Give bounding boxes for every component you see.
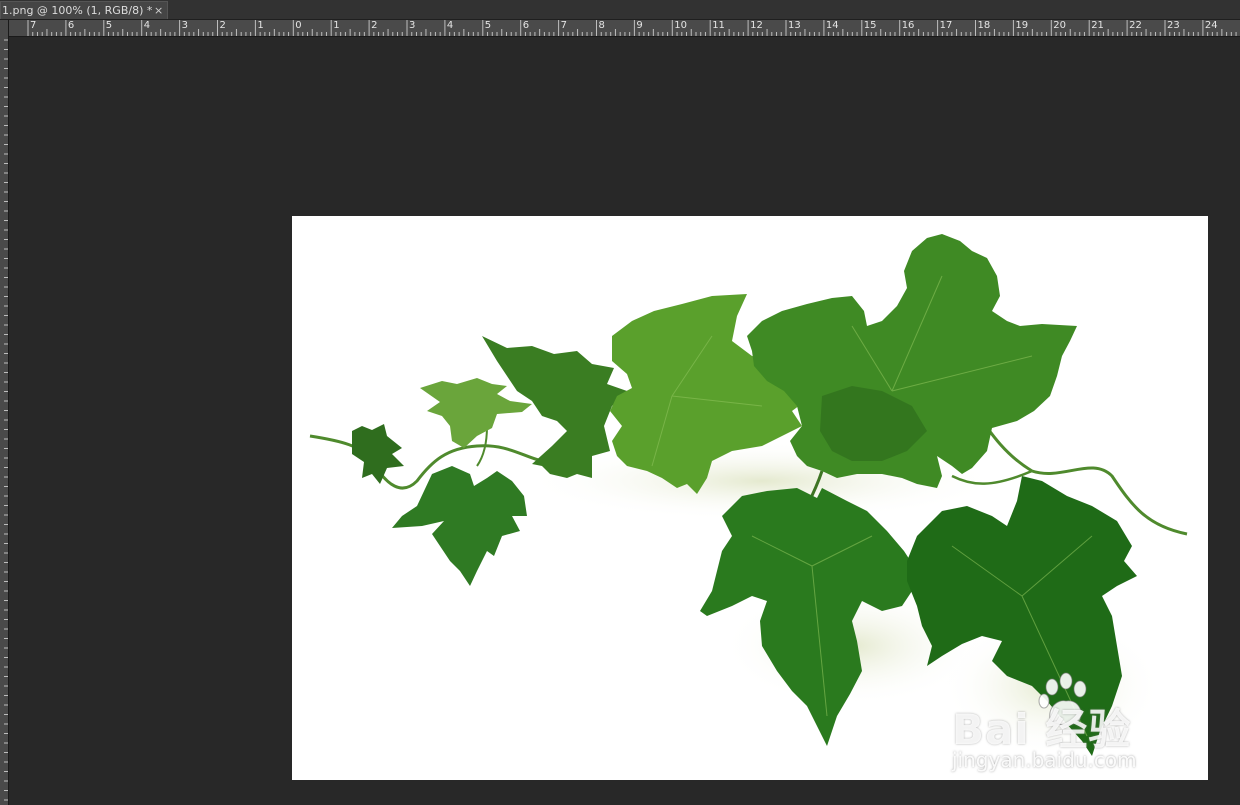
ruler-label: 6 xyxy=(67,20,75,31)
ruler-label: 21 xyxy=(1091,20,1104,31)
ruler-label: 22 xyxy=(1129,20,1142,31)
ruler-label: 24 xyxy=(1204,20,1218,31)
document-tab-title: 1.png @ 100% (1, RGB/8) * xyxy=(2,4,153,17)
ruler-label: 12 xyxy=(750,20,763,31)
ruler-label: 7 xyxy=(560,20,567,31)
ruler-label: 3 xyxy=(181,20,188,31)
ruler-label: 2 xyxy=(219,20,226,31)
ruler-label: 18 xyxy=(977,20,991,31)
ruler-label: 20 xyxy=(1053,20,1067,31)
ruler-label: 3 xyxy=(409,20,416,31)
ruler-label: 14 xyxy=(825,20,839,31)
watermark-url: jingyan.baidu.com xyxy=(952,748,1137,772)
horizontal-ruler[interactable]: 7 6 5 4 3 2 1 0 1 2 3 4 5 6 7 8 9 10 11 12 13 14 15 16 17 18 19 20 2… xyxy=(8,20,1240,37)
document-tab[interactable]: 1.png @ 100% (1, RGB/8) * × xyxy=(0,1,168,19)
ruler-label: 7 xyxy=(30,20,37,31)
ruler-label: 17 xyxy=(939,20,953,31)
close-icon[interactable]: × xyxy=(154,2,163,19)
ruler-label: 8 xyxy=(598,20,605,31)
ruler-label: 11 xyxy=(712,20,725,31)
ruler-label: 0 xyxy=(295,20,302,31)
vertical-ruler-ticks xyxy=(4,39,8,801)
ruler-label: 6 xyxy=(522,20,530,31)
ruler-label: 23 xyxy=(1167,20,1180,31)
ruler-label: 5 xyxy=(105,20,113,31)
ruler-label: 4 xyxy=(143,20,151,31)
vertical-ruler[interactable] xyxy=(0,20,9,805)
ruler-label: 16 xyxy=(901,20,915,31)
ruler-label: 1 xyxy=(257,20,264,31)
ruler-label: 4 xyxy=(446,20,454,31)
ruler-label: 13 xyxy=(788,20,801,31)
ruler-label: 5 xyxy=(484,20,492,31)
document-tab-bar: 1.png @ 100% (1, RGB/8) * × xyxy=(0,0,1240,20)
ruler-label: 19 xyxy=(1015,20,1029,31)
document-canvas[interactable]: Bai 经验 jingyan.baidu.com xyxy=(292,216,1208,780)
ruler-label: 10 xyxy=(674,20,688,31)
ruler-label: 9 xyxy=(636,20,643,31)
ruler-label: 1 xyxy=(333,20,340,31)
ruler-label: 15 xyxy=(863,20,877,31)
ruler-label: 2 xyxy=(371,20,378,31)
